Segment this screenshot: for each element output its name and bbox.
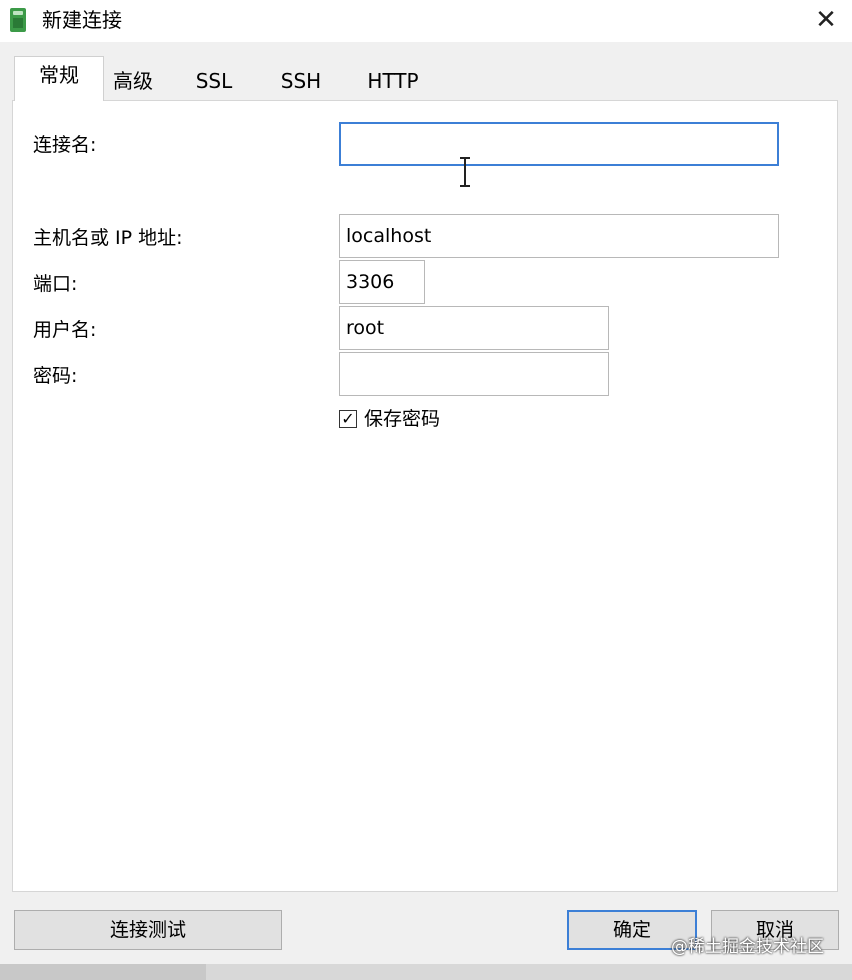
- tab-advanced[interactable]: 高级: [100, 62, 166, 100]
- port-input[interactable]: [339, 260, 425, 304]
- close-icon: ✕: [815, 5, 837, 35]
- connection-name-input[interactable]: [339, 122, 779, 166]
- test-connection-button[interactable]: 连接测试: [14, 910, 282, 950]
- checkmark-icon: ✓: [341, 409, 355, 428]
- tab-general[interactable]: 常规: [14, 56, 104, 101]
- password-input[interactable]: [339, 352, 609, 396]
- host-input[interactable]: [339, 214, 779, 258]
- save-password-label: 保存密码: [364, 408, 441, 430]
- tab-ssl[interactable]: SSL: [184, 62, 244, 100]
- watermark: @稀土掘金技术社区: [671, 937, 824, 957]
- password-label: 密码:: [33, 365, 78, 387]
- host-label: 主机名或 IP 地址:: [33, 227, 183, 249]
- general-settings-panel: 连接名: 主机名或 IP 地址: 端口: 用户名: 密码: ✓ 保存密码: [12, 100, 838, 892]
- text-cursor-icon: [459, 157, 471, 187]
- username-label: 用户名:: [33, 319, 97, 341]
- tab-bar: 常规 高级 SSL SSH HTTP: [0, 42, 852, 101]
- taskbar-strip: [0, 964, 852, 980]
- tab-http[interactable]: HTTP: [356, 62, 430, 100]
- database-icon: [10, 8, 26, 32]
- close-button[interactable]: ✕: [808, 4, 844, 36]
- port-label: 端口:: [33, 273, 78, 295]
- save-password-checkbox[interactable]: ✓: [339, 410, 357, 428]
- tab-ssh[interactable]: SSH: [270, 62, 332, 100]
- save-password-option[interactable]: ✓ 保存密码: [339, 406, 440, 432]
- title-bar: 新建连接 ✕: [0, 0, 852, 42]
- window-title: 新建连接: [42, 8, 122, 32]
- connection-name-label: 连接名:: [33, 134, 97, 156]
- username-input[interactable]: [339, 306, 609, 350]
